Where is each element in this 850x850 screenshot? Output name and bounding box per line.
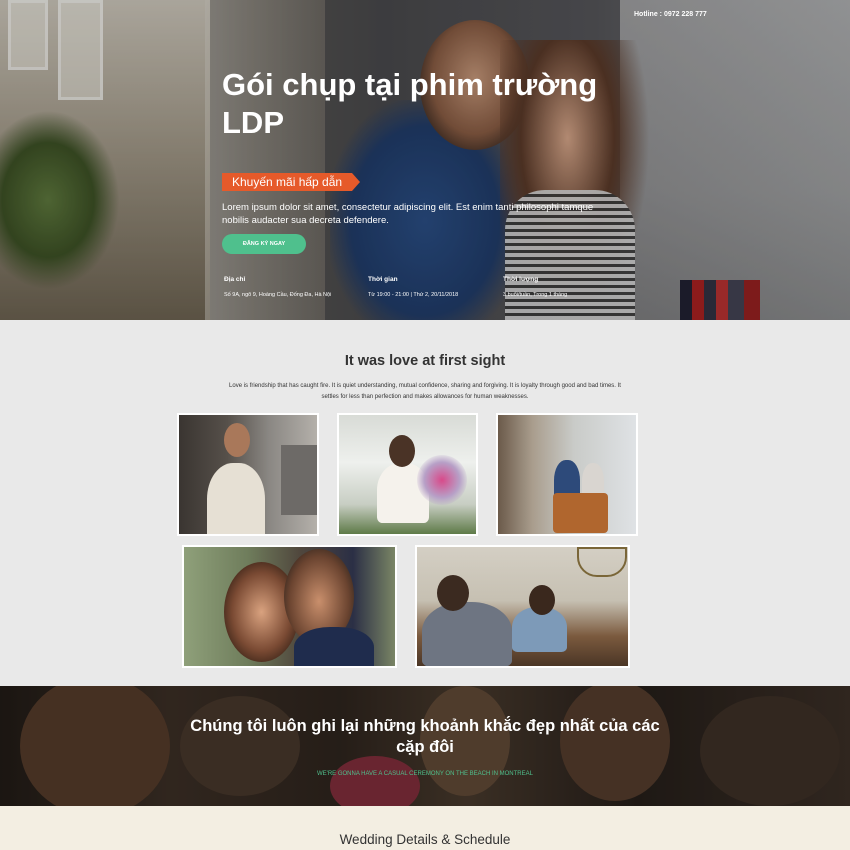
info-duration-value: 3 buổi/tuần, Trong 1 tháng [503, 292, 568, 298]
info-address: Địa chỉ Số 9A, ngõ 9, Hoàng Cầu, Đống Đa… [224, 276, 331, 298]
info-address-label: Địa chỉ [224, 276, 246, 283]
gallery-photo-dinner[interactable] [415, 545, 630, 668]
gallery-photo-florist[interactable] [337, 413, 478, 536]
gallery-photo-kitchen[interactable] [177, 413, 319, 536]
info-time: Thời gian Từ 19:00 - 21:00 | Thứ 2, 20/1… [368, 276, 458, 298]
gallery-photo-couple-smiling[interactable] [182, 545, 397, 668]
info-duration: Thời lượng 3 buổi/tuần, Trong 1 tháng [503, 276, 567, 298]
promo-badge: Khuyến mãi hấp dẫn [222, 173, 361, 191]
gallery-photo-cafe[interactable] [496, 413, 638, 536]
hero-title: Gói chụp tại phim trường LDP [222, 67, 598, 140]
hero-section [0, 0, 850, 320]
hotline-text[interactable]: Hotline : 0972 228 777 [634, 11, 707, 18]
love-section-text: Love is friendship that has caught fire.… [229, 383, 621, 400]
hero-description: Lorem ipsum dolor sit amet, consectetur … [222, 202, 594, 226]
moments-section-title: Chúng tôi luôn ghi lại những khoảnh khắc… [190, 717, 660, 756]
moments-section-subtitle: WE'RE GONNA HAVE A CASUAL CEREMONY ON TH… [317, 771, 533, 777]
love-section-title: It was love at first sight [344, 353, 506, 369]
info-address-value: Số 9A, ngõ 9, Hoàng Cầu, Đống Đa, Hà Nội [224, 292, 332, 298]
register-button[interactable]: ĐĂNG KÝ NGAY [222, 234, 306, 254]
info-time-label: Thời gian [368, 276, 398, 283]
info-duration-label: Thời lượng [503, 276, 539, 283]
info-time-value: Từ 19:00 - 21:00 | Thứ 2, 20/11/2018 [368, 292, 459, 298]
details-section-title: Wedding Details & Schedule [339, 832, 511, 847]
